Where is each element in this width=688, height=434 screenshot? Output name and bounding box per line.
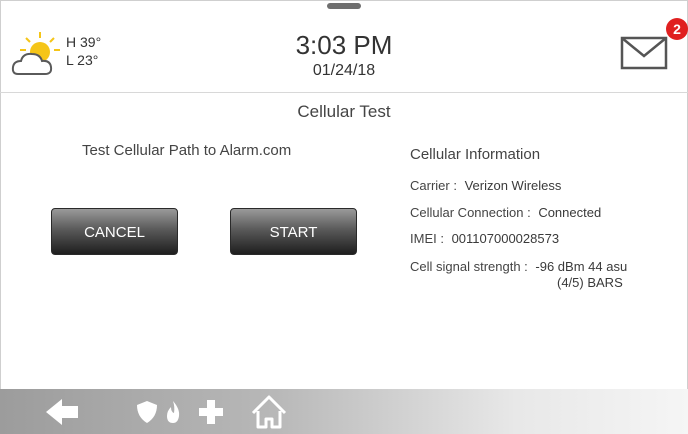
home-icon xyxy=(251,395,287,429)
fire-emergency-button[interactable] xyxy=(162,389,184,434)
security-button[interactable] xyxy=(134,389,160,434)
back-button[interactable] xyxy=(42,389,82,434)
imei-row: IMEI : 001107000028573 xyxy=(410,231,559,246)
carrier-row: Carrier : Verizon Wireless xyxy=(410,178,561,193)
plus-icon xyxy=(199,400,223,424)
connection-row: Cellular Connection : Connected xyxy=(410,205,601,220)
medical-emergency-button[interactable] xyxy=(198,389,224,434)
carrier-value: Verizon Wireless xyxy=(464,178,562,193)
fire-icon xyxy=(167,401,180,423)
imei-value: 001107000028573 xyxy=(451,231,560,246)
mail-icon xyxy=(620,36,668,70)
signal-value: -96 dBm 44 asu xyxy=(535,259,628,274)
back-arrow-icon xyxy=(46,399,78,425)
connection-value: Connected xyxy=(538,205,602,220)
connection-label: Cellular Connection : xyxy=(410,205,531,220)
imei-label: IMEI : xyxy=(410,231,444,246)
clock-time: 3:03 PM xyxy=(295,30,393,60)
shield-icon xyxy=(137,401,157,423)
header-divider xyxy=(0,92,688,93)
start-button[interactable]: START xyxy=(230,208,357,255)
messages-button[interactable] xyxy=(619,30,671,74)
signal-row: Cell signal strength : -96 dBm 44 asu xyxy=(410,259,627,274)
pull-down-handle[interactable] xyxy=(327,3,361,9)
cancel-button[interactable]: CANCEL xyxy=(51,208,178,255)
page-title: Cellular Test xyxy=(297,102,391,121)
signal-bars-value: (4/5) BARS xyxy=(557,275,623,290)
bottom-nav-bar xyxy=(0,389,688,434)
test-description: Test Cellular Path to Alarm.com xyxy=(82,142,292,159)
carrier-label: Carrier : xyxy=(410,178,457,193)
signal-label: Cell signal strength : xyxy=(410,259,528,274)
clock-date: 01/24/18 xyxy=(312,62,376,79)
cellular-info-heading: Cellular Information xyxy=(410,146,541,163)
message-count-badge: 2 xyxy=(666,18,688,40)
home-button[interactable] xyxy=(250,389,288,434)
